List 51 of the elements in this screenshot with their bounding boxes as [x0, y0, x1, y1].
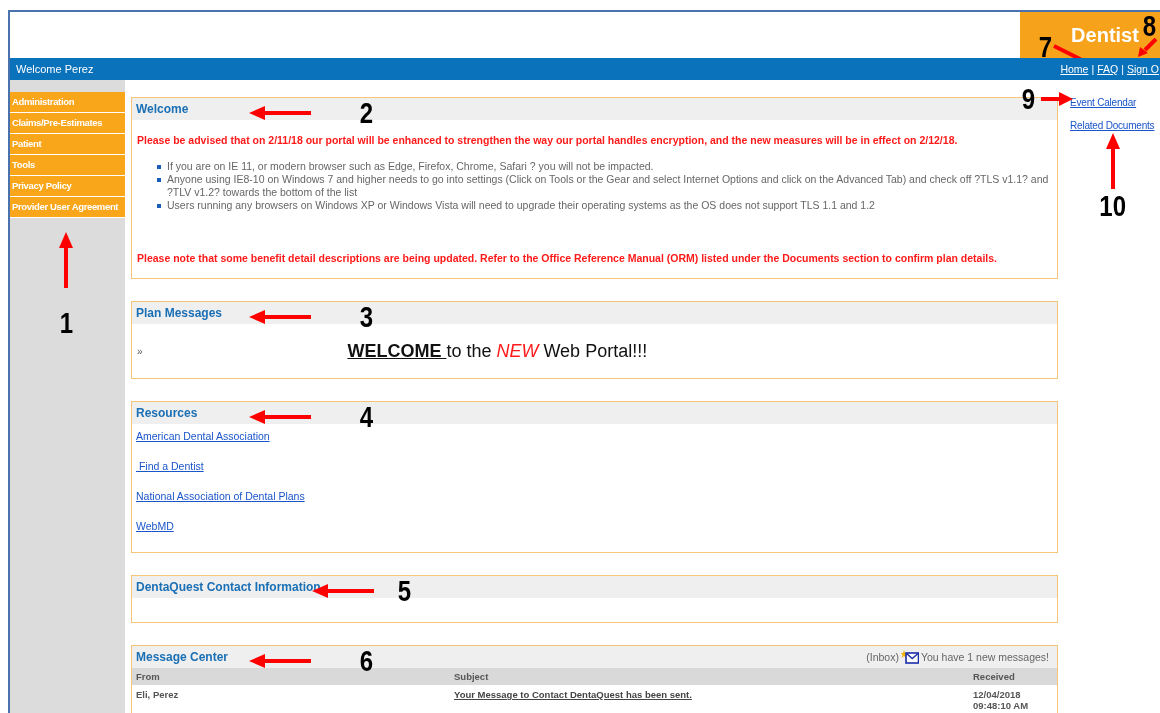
arrow — [249, 106, 311, 120]
welcome-text: Welcome Perez — [15, 63, 94, 75]
callout-number: 3 — [359, 302, 373, 332]
new-messages-text: You have 1 new messages! — [920, 651, 1049, 663]
panel-title: DentaQuest Contact Information — [136, 580, 321, 594]
inbox-link[interactable]: (Inbox) — [866, 651, 899, 663]
resource-link[interactable]: Find a Dentist — [136, 459, 204, 473]
column-header: Received — [969, 668, 1057, 685]
nav-link[interactable]: FAQ — [1097, 63, 1119, 75]
bullet-text: Users running any browsers on Windows XP or Windows Vista will need to upgrade their operating systems as the OS does not support TLS 1.1 and 1.2 — [167, 199, 875, 212]
callout-number: 10 — [1099, 191, 1127, 221]
alert-text: Please note that some benefit detail descriptions are being updated. Refer to the Office Reference Manual (ORM) listed under the Documents section to confirm plan details. — [137, 252, 998, 264]
callout-number: 1 — [59, 308, 73, 338]
table-cell: Eli, Perez — [132, 685, 450, 713]
arrow — [1105, 133, 1120, 189]
panel-title: Plan Messages — [136, 306, 223, 320]
message-link[interactable]: Your Message to Contact DentaQuest has been sent. — [454, 689, 692, 700]
arrow — [1138, 38, 1158, 57]
arrow — [249, 410, 311, 424]
callout-number: 5 — [397, 576, 411, 606]
message-bullet: » — [137, 345, 143, 357]
table-cell: 12/04/2018 09:48:10 AM — [969, 685, 1057, 713]
alert-text: Please be advised that on 2/11/18 our portal will be enhanced to strengthen the way our portal handles encryption, and the new measures will be in effect on 2/12/18. — [137, 134, 959, 146]
resource-link[interactable]: National Association of Dental Plans — [136, 489, 305, 503]
bullet-icon — [157, 178, 161, 182]
resource-link[interactable]: WebMD — [136, 519, 174, 533]
callout-number: 9 — [1021, 84, 1035, 114]
resource-link[interactable]: American Dental Association — [136, 429, 270, 443]
bullet-text: Anyone using IE8-10 on Windows 7 and higher needs to go into settings (Click on Tools or the Gear and select Internet Options and click on the Advanced Tab) and check off ?TLS v1.1? and ?TLV v1.2? towards the bottom of the list — [167, 173, 1050, 199]
arrow — [249, 310, 311, 324]
nav-link[interactable]: Home — [1060, 63, 1089, 75]
callout-number: 2 — [359, 98, 373, 128]
callout-number: 8 — [1143, 14, 1157, 38]
bullet-icon — [157, 204, 161, 208]
callout-number: 4 — [359, 402, 373, 432]
column-header: Subject — [450, 668, 969, 685]
separator: | — [1121, 63, 1124, 75]
callout-number: 7 — [1039, 32, 1053, 62]
panel-title: Resources — [136, 406, 198, 420]
side-link[interactable]: Related Documents — [1070, 120, 1155, 131]
bullet-text: If you are on IE 11, or modern browser such as Edge, Firefox, Chrome, Safari ? you will not be impacted. — [167, 160, 654, 173]
bullet-icon — [157, 165, 161, 169]
nav-link[interactable]: Sign O — [1126, 63, 1159, 75]
arrow — [249, 654, 311, 668]
separator: | — [1091, 63, 1095, 75]
side-link[interactable]: Event Calendar — [1070, 97, 1137, 108]
arrow — [59, 232, 74, 288]
panel-title: Message Center — [136, 650, 229, 664]
panel-title: Welcome — [136, 102, 189, 116]
welcome-message: WELCOME to the NEW Web Portal!!! — [346, 340, 649, 362]
mail-icon — [900, 650, 919, 664]
